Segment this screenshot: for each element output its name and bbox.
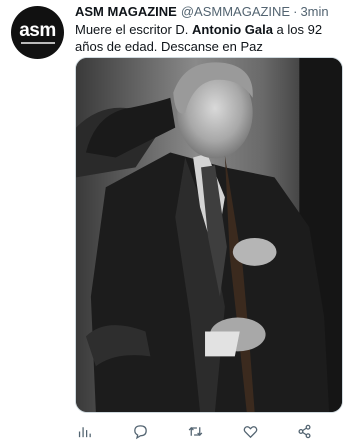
share-icon [297, 424, 311, 438]
share-button[interactable] [293, 420, 315, 442]
separator-dot: · [293, 4, 298, 19]
author-name[interactable]: ASM MAGAZINE [75, 3, 177, 20]
comment-icon [133, 424, 147, 439]
avatar[interactable]: asm [11, 6, 64, 59]
retweet-icon [188, 426, 202, 436]
tweet-photo[interactable] [75, 57, 343, 413]
like-button[interactable] [239, 420, 261, 442]
tweet-header: ASM MAGAZINE @ASMMAGAZINE · 3min [75, 3, 345, 20]
bar-chart-icon [78, 426, 91, 437]
tweet[interactable]: asm ASM MAGAZINE @ASMMAGAZINE · 3min Mue… [0, 0, 350, 445]
avatar-logo-underline [20, 41, 55, 44]
tweet-actions [60, 420, 345, 442]
tweet-text-start: Muere el escritor D. [75, 22, 193, 37]
heart-icon [243, 425, 257, 438]
photo-image [76, 58, 342, 412]
tweet-text: Muere el escritor D. Antonio Gala a los … [75, 21, 343, 55]
reply-button[interactable] [129, 420, 151, 442]
views-button[interactable] [73, 420, 95, 442]
author-handle[interactable]: @ASMMAGAZINE [181, 3, 290, 20]
tweet-text-bold-name: Antonio Gala [192, 22, 273, 37]
retweet-button[interactable] [184, 420, 206, 442]
tweet-timestamp[interactable]: 3min [300, 3, 328, 20]
avatar-logo-text: asm [19, 19, 56, 41]
